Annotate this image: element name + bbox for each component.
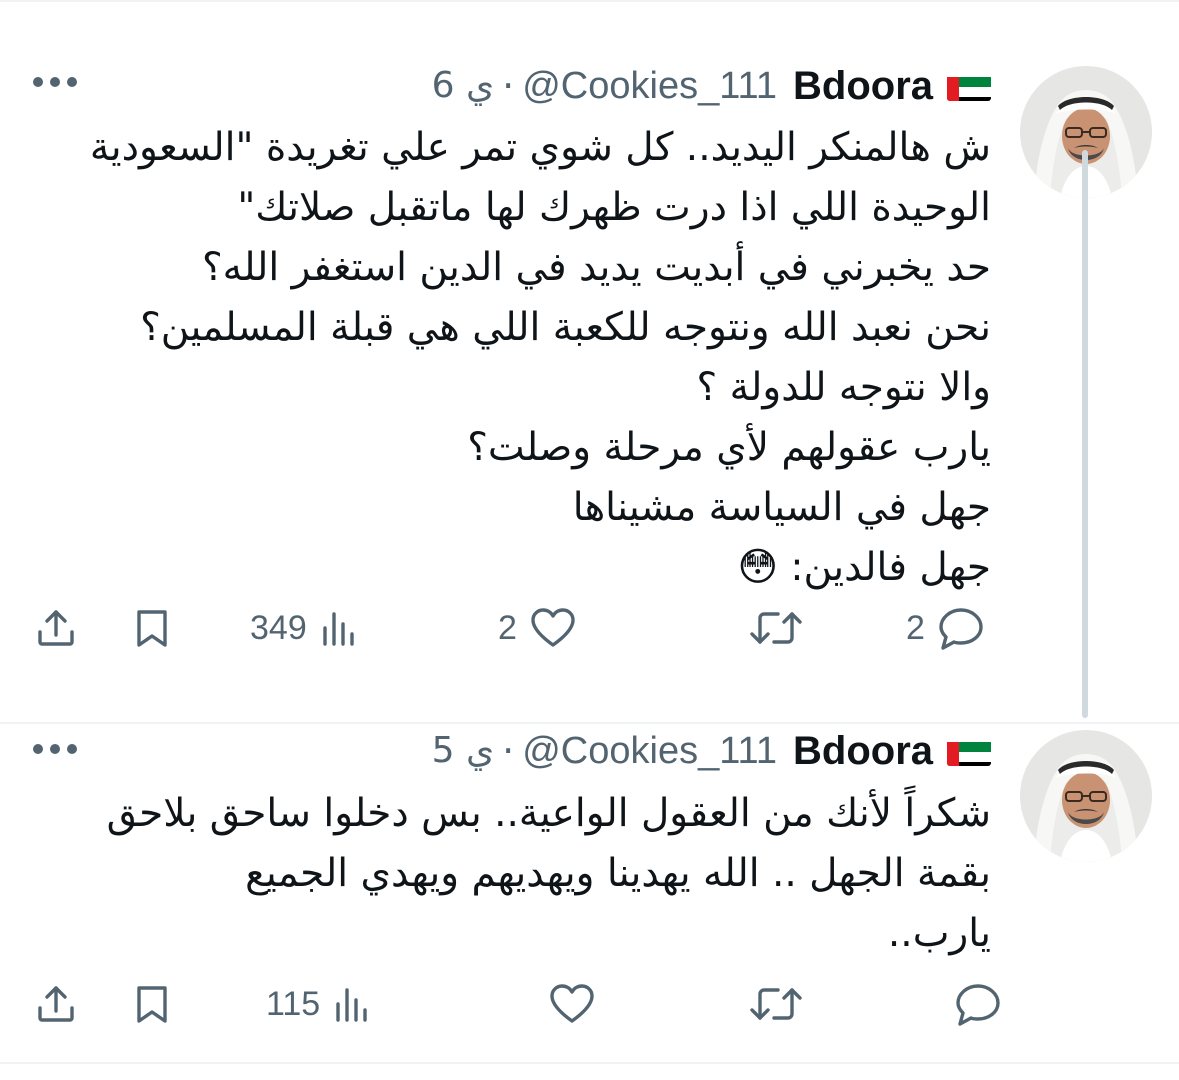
share-button[interactable] (34, 982, 78, 1026)
views-button[interactable]: 349 (250, 606, 359, 650)
thread-connector-line (1082, 150, 1088, 718)
like-icon (531, 608, 575, 647)
top-divider (0, 0, 1179, 2)
bookmark-icon (137, 610, 167, 647)
display-name[interactable]: Bdoora (793, 63, 933, 109)
timestamp[interactable]: 5 ي (432, 728, 495, 774)
bookmark-button[interactable] (130, 606, 174, 650)
tweet-divider (0, 722, 1179, 724)
dot-separator: · (502, 729, 515, 773)
dot-separator: · (502, 64, 515, 108)
like-button[interactable] (536, 982, 596, 1026)
like-button[interactable]: 2 (498, 606, 577, 650)
tweet-text-line: نحن نعبد الله ونتوجه للكعبة اللي هي قبلة… (140, 305, 991, 350)
views-icon (336, 988, 367, 1022)
tweet-thread: Bdoora @Cookies_111 · 6 ي ش هالمنكر اليد… (0, 0, 1179, 1080)
views-button[interactable]: 115 (266, 982, 372, 1026)
like-count: 2 (498, 609, 517, 647)
display-name[interactable]: Bdoora (793, 728, 933, 774)
retweet-icon (750, 612, 802, 644)
reply-count: 2 (906, 609, 925, 647)
retweet-button[interactable] (736, 606, 804, 650)
tweet-header: Bdoora @Cookies_111 · 5 ي (432, 728, 991, 774)
tweet-text-line: يارب عقولهم لأي مرحلة وصلت؟ (467, 425, 991, 470)
more-icon[interactable] (32, 76, 78, 88)
tweet-text-line: جهل في السياسة مشيناها (572, 485, 991, 530)
share-button[interactable] (34, 606, 78, 650)
bookmark-button[interactable] (130, 982, 174, 1026)
reply-button[interactable] (942, 982, 1002, 1026)
more-icon[interactable] (32, 743, 78, 755)
share-icon (38, 986, 74, 1022)
tweet-text-line: والا نتوجه للدولة ؟ (696, 365, 991, 410)
tweet-text-line: يارب.. (887, 911, 991, 956)
retweet-icon (750, 988, 802, 1020)
tweet-text-line: ش هالمنكر اليديد.. كل شوي تمر علي تغريدة… (89, 125, 991, 170)
bookmark-icon (137, 986, 167, 1023)
uae-flag (947, 736, 991, 766)
view-count: 349 (250, 609, 307, 647)
tweet-text-line: الوحيدة اللي اذا درت ظهرك لها ماتقبل صلا… (237, 185, 991, 230)
views-icon (323, 612, 354, 646)
share-icon (38, 610, 74, 646)
bottom-divider (0, 1062, 1179, 1064)
avatar[interactable] (1020, 730, 1152, 862)
tweet-header: Bdoora @Cookies_111 · 6 ي (432, 63, 991, 109)
tweet-text: شكراً لأنك من العقول الواعية.. بس دخلوا … (31, 784, 991, 964)
reply-icon (939, 608, 983, 650)
reply-icon (956, 984, 1000, 1026)
tweet-text-line: بقمة الجهل .. الله يهدينا ويهديهم ويهدي … (245, 851, 991, 896)
user-handle[interactable]: @Cookies_111 (522, 63, 777, 109)
view-count: 115 (266, 985, 321, 1023)
user-handle[interactable]: @Cookies_111 (522, 728, 777, 774)
like-icon (550, 984, 594, 1023)
timestamp[interactable]: 6 ي (432, 63, 495, 109)
reply-button[interactable]: 2 (906, 606, 985, 650)
tweet-text-line: حد يخبرني في أبديت يديد في الدين استغفر … (201, 245, 991, 290)
tweet-text: ش هالمنكر اليديد.. كل شوي تمر علي تغريدة… (31, 118, 991, 598)
uae-flag (947, 71, 991, 101)
tweet-text-line: شكراً لأنك من العقول الواعية.. بس دخلوا … (106, 791, 991, 836)
retweet-button[interactable] (736, 982, 804, 1026)
tweet-text-line: جهل فالدين: 😳 (737, 545, 991, 590)
